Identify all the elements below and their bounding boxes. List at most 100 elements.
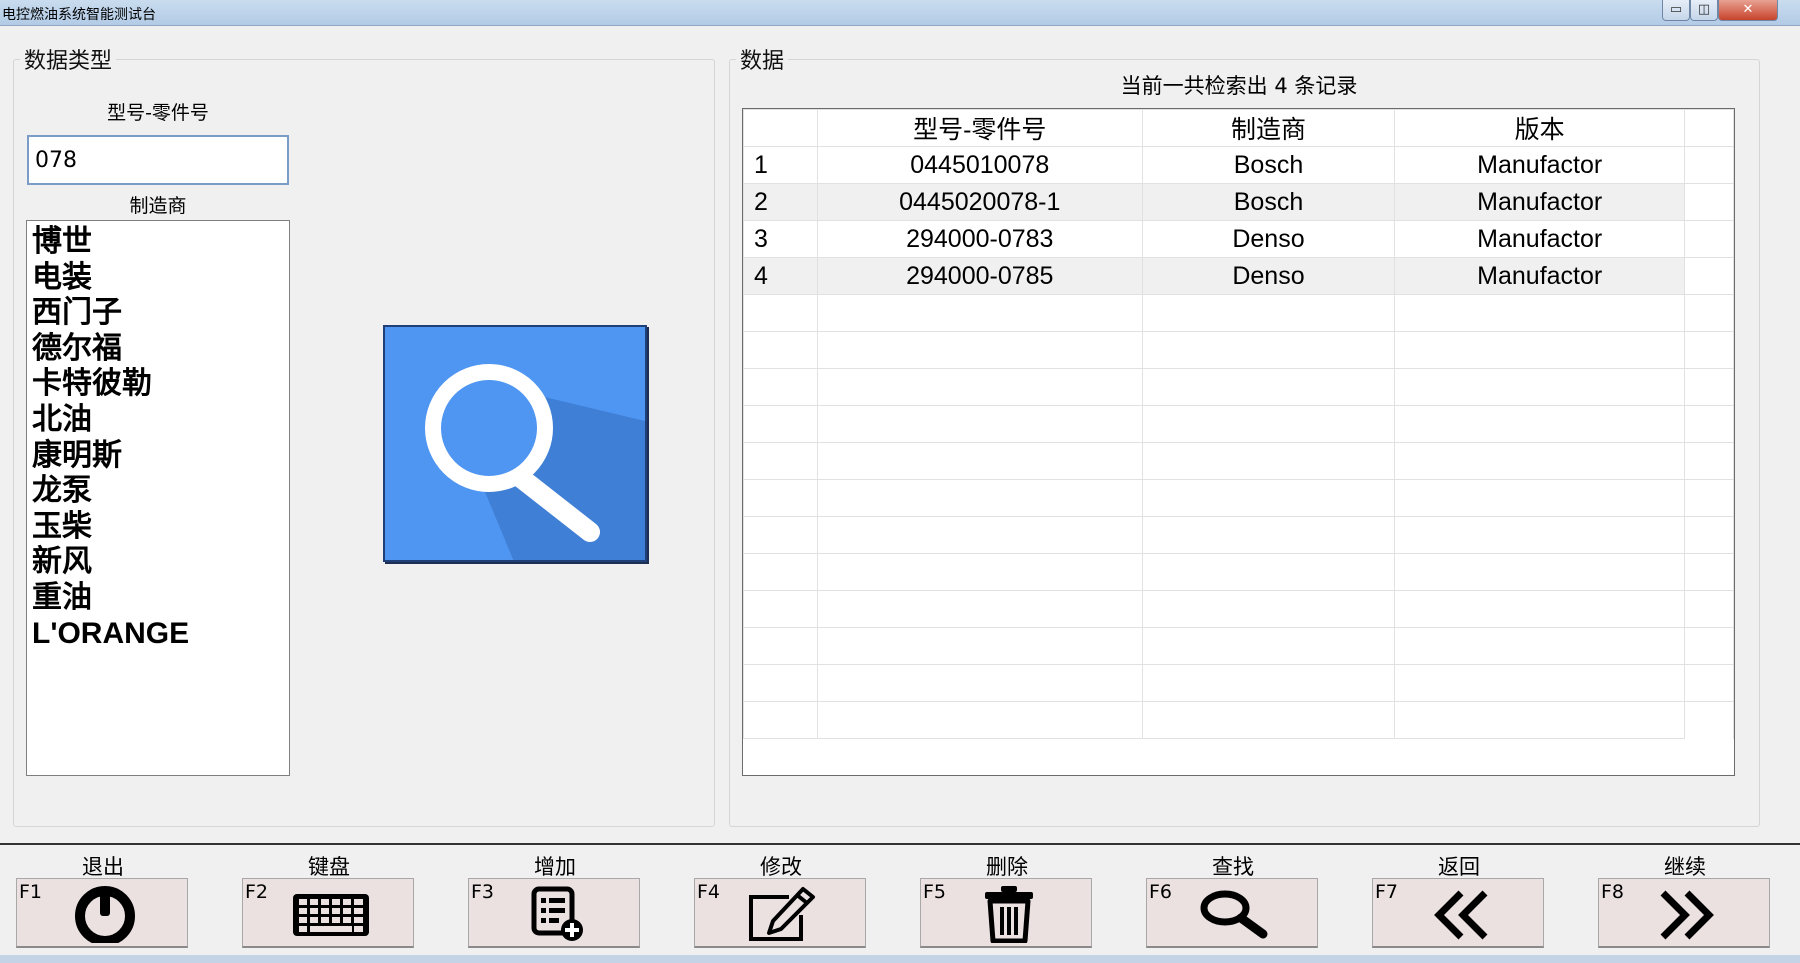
header-blank <box>1684 109 1734 147</box>
row-number: 3 <box>743 220 818 258</box>
f3-key-label: F3 <box>471 881 495 903</box>
delete-label: 删除 <box>986 855 1028 879</box>
header-manufacturer[interactable]: 制造商 <box>1141 109 1396 147</box>
exit-button[interactable]: F1 <box>16 878 188 948</box>
cell-version: Manufactor <box>1394 183 1686 221</box>
empty-row <box>743 516 1734 554</box>
double-chevron-left-icon <box>1434 890 1488 940</box>
cell-blank <box>1684 183 1734 221</box>
manufacturer-label: 制造商 <box>129 195 187 217</box>
keyboard-button[interactable]: F2 <box>242 878 414 948</box>
manufacturer-item[interactable]: 德尔福 <box>32 331 284 367</box>
continue-button[interactable]: F8 <box>1598 878 1770 948</box>
cell-part-number: 0445020078-1 <box>816 183 1143 221</box>
edit-icon <box>749 887 815 941</box>
empty-row <box>743 701 1734 739</box>
manufacturer-item[interactable]: 电装 <box>32 260 284 296</box>
keyboard-label: 键盘 <box>308 855 350 879</box>
empty-row <box>743 553 1734 591</box>
trash-icon <box>985 886 1033 943</box>
edit-label: 修改 <box>760 855 802 879</box>
search-icon <box>425 364 645 560</box>
f5-key-label: F5 <box>923 881 947 903</box>
add-list-icon <box>531 886 583 941</box>
search-button[interactable] <box>383 325 647 562</box>
cell-manufacturer: Bosch <box>1141 146 1396 184</box>
f2-key-label: F2 <box>245 881 269 903</box>
cell-blank <box>1684 146 1734 184</box>
title-bar: 电控燃油系统智能测试台 ▭ ◫ ✕ <box>0 0 1800 26</box>
row-number: 4 <box>743 257 818 295</box>
f1-key-label: F1 <box>19 881 43 903</box>
find-label: 查找 <box>1212 855 1254 879</box>
f8-key-label: F8 <box>1601 881 1625 903</box>
part-number-label: 型号-零件号 <box>107 102 209 124</box>
manufacturer-item[interactable]: 康明斯 <box>32 438 284 474</box>
cell-blank <box>1684 257 1734 295</box>
back-button[interactable]: F7 <box>1372 878 1544 948</box>
header-part-number[interactable]: 型号-零件号 <box>816 109 1143 147</box>
empty-row <box>743 627 1734 665</box>
empty-row <box>743 479 1734 517</box>
header-version[interactable]: 版本 <box>1394 109 1686 147</box>
record-count-text: 当前一共检索出 4 条记录 <box>1120 74 1358 98</box>
manufacturer-item[interactable]: 重油 <box>32 580 284 616</box>
empty-row <box>743 664 1734 702</box>
manufacturer-item[interactable]: L'ORANGE <box>32 616 284 652</box>
back-label: 返回 <box>1438 855 1480 879</box>
empty-row <box>743 294 1734 332</box>
minimize-button[interactable]: ▭ <box>1662 0 1690 21</box>
cell-part-number: 294000-0785 <box>816 257 1143 295</box>
keyboard-icon <box>293 894 369 936</box>
table-row[interactable]: 2 0445020078-1 Bosch Manufactor <box>743 183 1734 221</box>
continue-label: 继续 <box>1664 855 1706 879</box>
empty-row <box>743 442 1734 480</box>
cell-blank <box>1684 220 1734 258</box>
cell-version: Manufactor <box>1394 220 1686 258</box>
part-number-input[interactable] <box>27 135 289 185</box>
empty-row <box>743 368 1734 406</box>
manufacturer-list[interactable]: 博世 电装 西门子 德尔福 卡特彼勒 北油 康明斯 龙泵 玉柴 新风 重油 L'… <box>26 220 290 776</box>
manufacturer-item[interactable]: 龙泵 <box>32 473 284 509</box>
table-row[interactable]: 3 294000-0783 Denso Manufactor <box>743 220 1734 258</box>
f6-key-label: F6 <box>1149 881 1173 903</box>
results-grid[interactable]: 型号-零件号 制造商 版本 1 0445010078 Bosch Manufac… <box>742 108 1735 776</box>
grid-header-row: 型号-零件号 制造商 版本 <box>743 109 1734 147</box>
manufacturer-item[interactable]: 博世 <box>32 224 284 260</box>
cell-part-number: 0445010078 <box>816 146 1143 184</box>
window-title: 电控燃油系统智能测试台 <box>2 7 156 23</box>
cell-manufacturer: Bosch <box>1141 183 1396 221</box>
table-row[interactable]: 4 294000-0785 Denso Manufactor <box>743 257 1734 295</box>
f4-key-label: F4 <box>697 881 721 903</box>
power-icon <box>75 886 135 943</box>
exit-label: 退出 <box>82 855 124 879</box>
row-number: 2 <box>743 183 818 221</box>
add-button[interactable]: F3 <box>468 878 640 948</box>
header-row-number <box>743 109 818 147</box>
empty-row <box>743 590 1734 628</box>
search-icon <box>1200 890 1268 939</box>
double-chevron-right-icon <box>1660 890 1714 940</box>
cell-version: Manufactor <box>1394 146 1686 184</box>
manufacturer-item[interactable]: 西门子 <box>32 295 284 331</box>
cell-manufacturer: Denso <box>1141 257 1396 295</box>
add-label: 增加 <box>534 855 576 879</box>
table-row[interactable]: 1 0445010078 Bosch Manufactor <box>743 146 1734 184</box>
edit-button[interactable]: F4 <box>694 878 866 948</box>
manufacturer-item[interactable]: 北油 <box>32 402 284 438</box>
function-key-bar: 退出 F1 键盘 F2 增加 F3 修改 F4 删除 F5 查找 F6 返回 F… <box>0 843 1800 963</box>
bottom-strip <box>0 955 1800 963</box>
data-type-legend: 数据类型 <box>24 49 113 74</box>
manufacturer-item[interactable]: 新风 <box>32 544 284 580</box>
manufacturer-item[interactable]: 卡特彼勒 <box>32 366 284 402</box>
empty-row <box>743 331 1734 369</box>
find-button[interactable]: F6 <box>1146 878 1318 948</box>
delete-button[interactable]: F5 <box>920 878 1092 948</box>
cell-version: Manufactor <box>1394 257 1686 295</box>
cell-manufacturer: Denso <box>1141 220 1396 258</box>
maximize-button[interactable]: ◫ <box>1690 0 1718 21</box>
manufacturer-item[interactable]: 玉柴 <box>32 509 284 545</box>
row-number: 1 <box>743 146 818 184</box>
empty-row <box>743 405 1734 443</box>
close-button[interactable]: ✕ <box>1718 0 1778 21</box>
